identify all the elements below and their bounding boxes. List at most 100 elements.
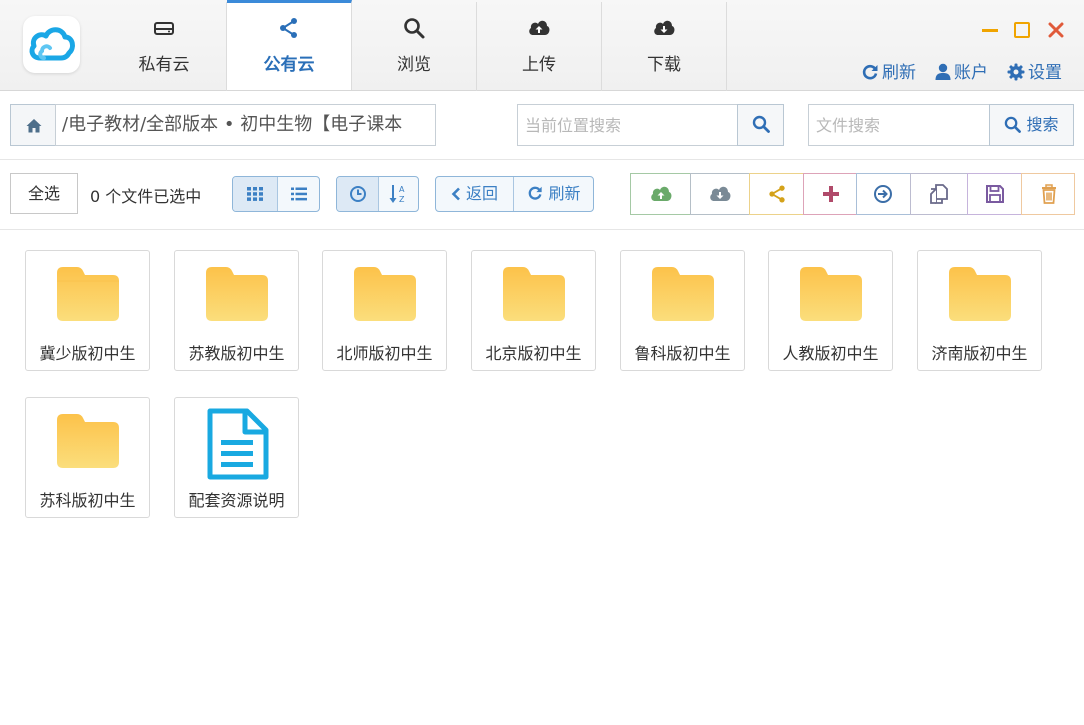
drive-icon (154, 22, 174, 35)
tab-label: 下载 (647, 55, 681, 75)
search-icon (752, 115, 770, 133)
view-mode-toggle (232, 176, 320, 212)
toolbar-refresh-label: 刷新 (548, 184, 581, 203)
svg-text:Z: Z (399, 195, 405, 204)
settings-button[interactable]: 设置 (1007, 58, 1062, 83)
arrow-circle-right-icon (874, 185, 892, 203)
file-name: 苏科版初中生 (39, 491, 136, 510)
file-tile[interactable]: 冀少版初中生 (25, 250, 150, 371)
divider (0, 159, 1084, 160)
file-name: 配套资源说明 (188, 491, 285, 510)
file-tile[interactable]: 鲁科版初中生 (620, 250, 745, 371)
grid-icon (247, 187, 263, 201)
tab-upload[interactable]: 上传 (477, 2, 602, 91)
maximize-button[interactable] (1014, 22, 1030, 38)
folder-icon (354, 267, 416, 321)
file-tile[interactable]: 北京版初中生 (471, 250, 596, 371)
cloud-upload-icon (529, 20, 550, 35)
file-tile[interactable]: 北师版初中生 (322, 250, 447, 371)
search-icon (1005, 116, 1022, 133)
sort-by-time-button[interactable] (337, 177, 378, 211)
copy-icon (930, 184, 948, 204)
refresh-icon (862, 64, 878, 80)
cloud-download-icon (710, 186, 731, 201)
refresh-icon (529, 186, 543, 200)
toolbar-refresh-button[interactable]: 刷新 (514, 177, 593, 211)
path-breadcrumb[interactable]: /电子教材/全部版本 • 初中生物【电子课本 (55, 104, 436, 146)
folder-icon (652, 267, 714, 321)
file-name: 苏教版初中生 (188, 344, 285, 363)
home-button[interactable] (10, 104, 56, 146)
account-label: 账户 (954, 63, 988, 83)
file-search-button[interactable]: 搜索 (989, 104, 1074, 146)
tab-browse[interactable]: 浏览 (352, 2, 477, 91)
settings-label: 设置 (1028, 63, 1062, 83)
close-button[interactable] (1048, 22, 1064, 38)
minimize-button[interactable] (982, 29, 998, 32)
chevron-left-icon (451, 187, 460, 201)
copy-button[interactable] (910, 173, 968, 215)
folder-icon (949, 267, 1011, 321)
move-button[interactable] (856, 173, 911, 215)
file-tile[interactable]: 济南版初中生 (917, 250, 1042, 371)
tab-label: 私有云 (138, 55, 190, 75)
file-name: 北京版初中生 (485, 344, 582, 363)
sort-alpha-icon: A Z (389, 185, 405, 204)
add-button[interactable] (803, 173, 857, 215)
select-all-button[interactable]: 全选 (10, 173, 78, 214)
file-search-label: 搜索 (1026, 115, 1059, 134)
file-name: 鲁科版初中生 (634, 344, 731, 363)
file-name: 济南版初中生 (931, 344, 1028, 363)
app-window: 私有云 公有云 浏览 上传 下载 刷新 账户 设置 /电子教材/全部版本 • 初… (0, 0, 1084, 725)
upload-button[interactable] (630, 173, 691, 215)
clock-icon (349, 186, 366, 202)
download-button[interactable] (690, 173, 750, 215)
sort-toggle: A Z (336, 176, 419, 212)
divider (0, 229, 1084, 230)
back-button[interactable]: 返回 (436, 177, 513, 211)
list-view-button[interactable] (278, 177, 319, 211)
sort-by-name-button[interactable]: A Z (379, 177, 418, 211)
folder-icon (57, 267, 119, 321)
nav-buttons: 返回 刷新 (435, 176, 594, 212)
file-search-input[interactable] (808, 104, 990, 146)
file-tile[interactable]: 人教版初中生 (768, 250, 893, 371)
file-tile[interactable]: 苏教版初中生 (174, 250, 299, 371)
share-icon (769, 185, 785, 203)
app-logo (23, 16, 80, 73)
gear-icon (1007, 63, 1025, 81)
cloud-download-icon (654, 20, 675, 35)
search-icon (404, 18, 425, 39)
folder-icon (57, 414, 119, 468)
document-icon (207, 408, 269, 480)
top-bar: 私有云 公有云 浏览 上传 下载 刷新 账户 设置 (0, 0, 1084, 91)
grid-view-button[interactable] (233, 177, 277, 211)
list-icon (291, 187, 307, 201)
file-tile[interactable]: 配套资源说明 (174, 397, 299, 518)
delete-button[interactable] (1021, 173, 1075, 215)
folder-icon (503, 267, 565, 321)
location-search-button[interactable] (737, 104, 784, 146)
header-refresh-button[interactable]: 刷新 (861, 58, 916, 83)
account-button[interactable]: 账户 (935, 58, 988, 83)
tab-download[interactable]: 下载 (602, 2, 727, 91)
selected-count-text: 0 个文件已选中 (90, 187, 202, 206)
folder-icon (800, 267, 862, 321)
share-icon (280, 18, 297, 38)
folder-icon (206, 267, 268, 321)
location-search-input[interactable] (517, 104, 738, 146)
file-name: 冀少版初中生 (39, 344, 136, 363)
svg-text:A: A (399, 185, 405, 194)
back-label: 返回 (466, 184, 499, 203)
file-name: 人教版初中生 (782, 344, 879, 363)
tab-label: 浏览 (397, 55, 431, 75)
tab-label: 公有云 (263, 55, 315, 75)
trash-icon (1042, 184, 1056, 204)
plus-icon (823, 186, 839, 202)
header-refresh-label: 刷新 (882, 63, 916, 83)
tab-private-cloud[interactable]: 私有云 (102, 2, 227, 91)
tab-public-cloud[interactable]: 公有云 (227, 0, 352, 90)
share-button[interactable] (749, 173, 804, 215)
file-tile[interactable]: 苏科版初中生 (25, 397, 150, 518)
save-button[interactable] (967, 173, 1022, 215)
